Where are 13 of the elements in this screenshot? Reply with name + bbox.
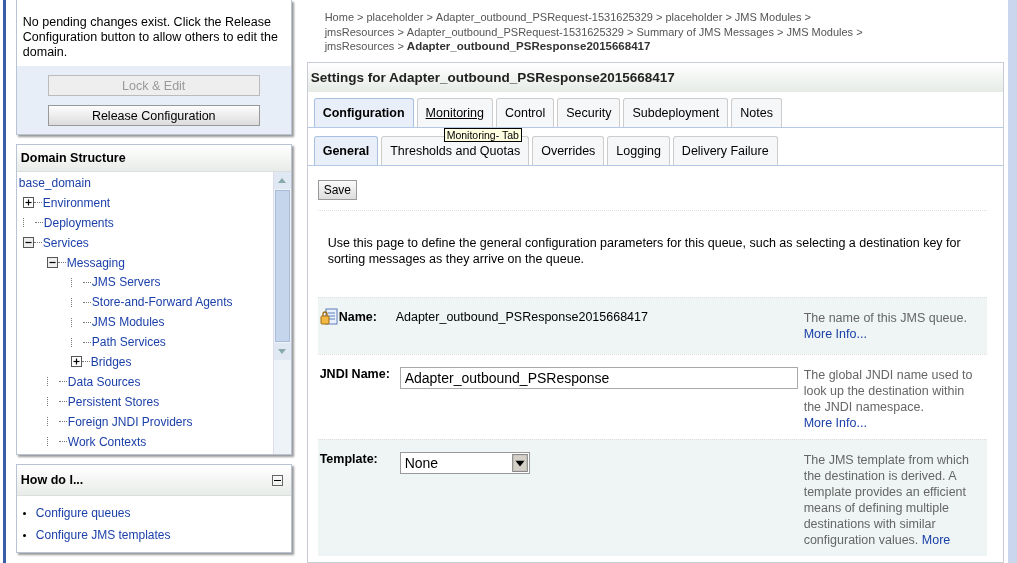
panel-title: Domain Structure	[16, 145, 291, 172]
change-center-message: No pending changes exist. Click the Release Configuration button to allow others to edit the domain.	[16, 0, 291, 66]
field-value: Adapter_outbound_PSResponse2015668417	[395, 309, 649, 324]
panel-title: How do I...	[20, 473, 84, 487]
field-label: JNDI Name:	[319, 366, 390, 381]
help-text: The name of this JMS queue. More Info...	[803, 309, 968, 342]
tooltip: Monitoring- Tab	[443, 127, 522, 142]
breadcrumb-current: Adapter_outbound_PSResponse2015668417	[406, 39, 651, 54]
field-label: Template:	[319, 451, 378, 466]
field-label: Name:	[338, 309, 377, 324]
description-text: Use this page to define the general configuration parameters for this queue, such as selecting a destination key for sorting messages as they arrive on the queue.	[327, 234, 962, 267]
help-text: The JMS template from which the destination is derived. A template provides an efficient means of defining multiple destinations with similar configuration values. More	[803, 451, 970, 548]
help-text: The global JNDI name used to look up the destination within the JNDI namespace. More Info...	[803, 366, 974, 431]
